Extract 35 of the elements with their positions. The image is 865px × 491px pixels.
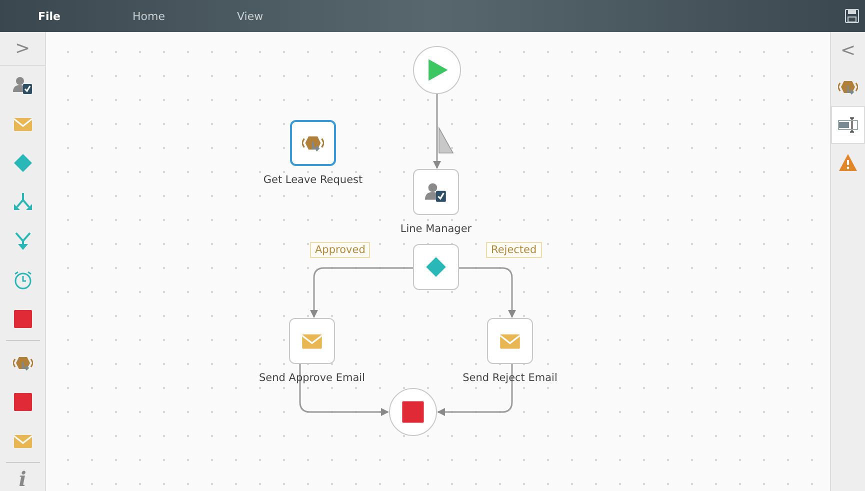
user-task-icon [12, 75, 32, 96]
node-label: Line Manager [399, 223, 473, 235]
stop-square-icon [12, 392, 32, 412]
menu-tab[interactable]: File [30, 10, 69, 22]
diamond-icon [12, 153, 32, 174]
process-node[interactable] [413, 244, 459, 290]
process-node[interactable] [289, 318, 335, 364]
diamond-icon [425, 256, 447, 278]
text-cursor-field-icon [838, 115, 858, 135]
menu-tab[interactable]: View [229, 10, 272, 22]
branch-tag: Rejected [486, 242, 542, 258]
stop-square-icon [12, 308, 32, 329]
split-arrows-icon [12, 192, 32, 212]
merge-arrows-icon [12, 231, 32, 251]
panel-tab[interactable] [831, 106, 865, 144]
stop-square-icon [401, 400, 425, 424]
node-label: Send Approve Email [258, 372, 366, 384]
warning-icon [838, 153, 858, 173]
process-node[interactable] [413, 46, 461, 94]
collapse-button[interactable]: < [834, 32, 862, 68]
info-button[interactable]: i [18, 466, 26, 491]
process-node[interactable] [290, 120, 336, 166]
node-label: Get Leave Request [262, 174, 364, 186]
user-task-icon [425, 181, 447, 203]
process-node[interactable] [487, 318, 533, 364]
menu-tab[interactable]: Home [124, 10, 173, 22]
expand-button[interactable]: > [0, 32, 45, 66]
branch-tag: Approved [310, 242, 370, 258]
node-label: Send Reject Email [462, 372, 558, 384]
connector-arrow [459, 267, 516, 318]
process-node[interactable] [389, 388, 437, 436]
stopwatch-icon [12, 270, 32, 290]
cursor-icon [438, 126, 454, 154]
process-node[interactable] [413, 169, 459, 215]
save-icon[interactable] [845, 9, 859, 23]
